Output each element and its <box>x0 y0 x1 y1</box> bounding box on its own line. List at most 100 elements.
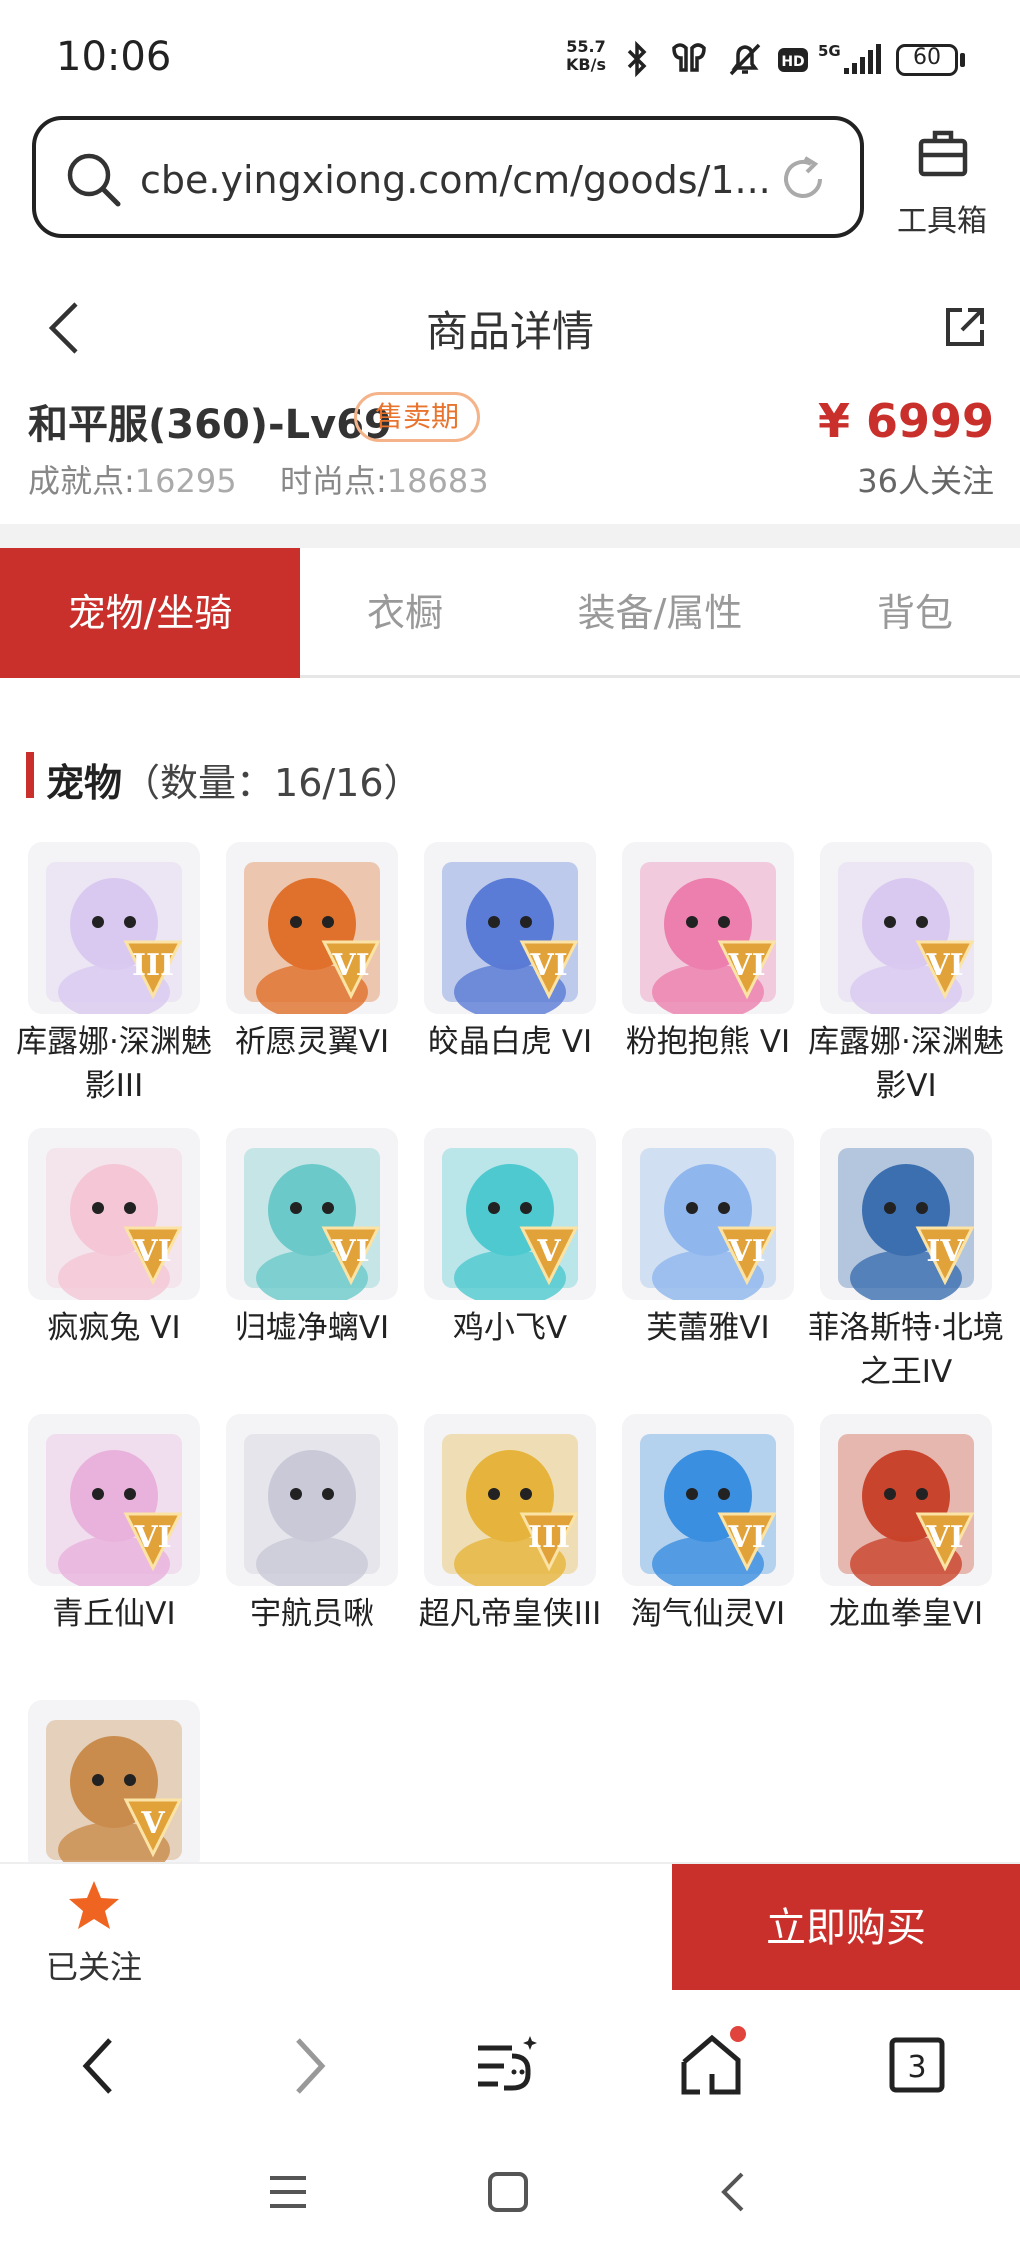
pet-name: 粉抱抱熊 VI <box>625 1024 791 1060</box>
pet-item[interactable]: III 超凡帝皇侠III <box>419 1414 601 1636</box>
grade-badge: VI <box>910 1504 980 1574</box>
page-title: 商品详情 <box>425 307 594 356</box>
grade-text: VI <box>728 1234 766 1269</box>
category-tabs: 宠物/坐骑 衣橱 装备/属性 背包 <box>0 548 1020 678</box>
address-bar[interactable]: cbe.yingxiong.com/cm/goods/1... <box>32 116 864 238</box>
grade-text: VI <box>332 948 370 983</box>
tab-backpack[interactable]: 背包 <box>820 548 1010 678</box>
pet-item[interactable]: V 鸡小飞V <box>424 1128 596 1350</box>
pet-item[interactable]: VI 龙血拳皇VI <box>820 1414 992 1636</box>
grade-text: VI <box>134 1234 172 1269</box>
pet-name: 库露娜·深渊魅影VI <box>808 1024 1004 1104</box>
pet-thumbnail: VI <box>226 1128 398 1300</box>
grade-text: VI <box>926 948 964 983</box>
pet-thumbnail: VI <box>622 842 794 1014</box>
reload-icon[interactable] <box>778 154 828 204</box>
svg-text:5G: 5G <box>818 42 841 60</box>
grade-badge: VI <box>316 1218 386 1288</box>
product-name: 和平服(360)-Lv69 <box>28 402 392 448</box>
pet-name: 菲洛斯特·北境之王IV <box>808 1310 1004 1390</box>
grade-badge: VI <box>712 1218 782 1288</box>
back-icon[interactable] <box>60 2026 140 2106</box>
buy-now-button[interactable]: 立即购买 <box>672 1864 1020 1992</box>
battery-icon: 60 <box>896 44 958 76</box>
section-name: 宠物 <box>46 761 123 805</box>
share-icon[interactable] <box>944 306 986 348</box>
grade-badge: VI <box>316 932 386 1002</box>
grade-text: VI <box>134 1520 172 1555</box>
home-icon[interactable] <box>672 2026 752 2106</box>
pet-item[interactable]: VI 粉抱抱熊 VI <box>622 842 794 1064</box>
toolbox-label: 工具箱 <box>897 204 987 239</box>
system-back-icon[interactable] <box>712 2170 756 2214</box>
achievement-label: 成就点: <box>28 462 135 500</box>
pet-item[interactable]: VI 祈愿灵翼VI <box>226 842 398 1064</box>
system-navigation <box>0 2140 1020 2267</box>
feed-icon[interactable] <box>468 2026 548 2106</box>
grade-badge: VI <box>712 932 782 1002</box>
toolbox-icon <box>918 130 968 177</box>
pet-thumbnail: VI <box>820 1414 992 1586</box>
pet-item[interactable]: IV 菲洛斯特·北境之王IV <box>808 1128 1004 1394</box>
grade-text: VI <box>728 1520 766 1555</box>
url-text[interactable]: cbe.yingxiong.com/cm/goods/1... <box>140 158 771 202</box>
tabs-icon[interactable]: 3 <box>878 2026 958 2106</box>
pet-name: 皎晶白虎 VI <box>427 1024 593 1060</box>
pet-item[interactable]: VI 归墟净螭VI <box>226 1128 398 1350</box>
hd-icon: HD <box>778 48 808 72</box>
pet-thumbnail: V <box>28 1700 200 1872</box>
toolbox-button[interactable]: 工具箱 <box>880 126 1004 239</box>
pet-item[interactable]: VI 芙蕾雅VI <box>622 1128 794 1350</box>
grade-badge: V <box>118 1790 188 1860</box>
grade-badge: V <box>514 1218 584 1288</box>
battery-level: 60 <box>913 45 941 70</box>
pet-name: 青丘仙VI <box>52 1596 176 1632</box>
menu-icon[interactable] <box>266 2170 310 2214</box>
tab-equipment[interactable]: 装备/属性 <box>540 548 780 678</box>
tab-pets-mounts[interactable]: 宠物/坐骑 <box>0 548 300 678</box>
grade-text: III <box>131 948 175 983</box>
pet-thumbnail: IV <box>820 1128 992 1300</box>
pet-name: 龙血拳皇VI <box>828 1596 984 1632</box>
pet-item[interactable]: VI 青丘仙VI <box>28 1414 200 1636</box>
mute-bell-icon <box>729 43 761 76</box>
grade-text: VI <box>926 1520 964 1555</box>
star-icon[interactable] <box>66 1878 122 1934</box>
pet-item[interactable]: V <box>28 1700 200 1878</box>
net-speed-unit: KB/s <box>566 55 606 74</box>
battery-tip <box>960 53 965 67</box>
product-price: ¥ 6999 <box>817 394 994 448</box>
network-speed: 55.7 KB/s <box>562 38 610 74</box>
grade-text: VI <box>728 948 766 983</box>
pet-name: 祈愿灵翼VI <box>234 1024 390 1060</box>
grade-text: VI <box>332 1234 370 1269</box>
pet-astronaut-icon <box>244 1434 380 1586</box>
fashion-points: 时尚点:18683 <box>280 456 489 502</box>
pet-name: 宇航员啾 <box>250 1596 374 1632</box>
follow-label[interactable]: 已关注 <box>46 1942 142 1988</box>
pet-name: 芙蕾雅VI <box>646 1310 770 1346</box>
pet-name: 库露娜·深渊魅影III <box>16 1024 212 1104</box>
pet-thumbnail: VI <box>28 1414 200 1586</box>
grade-badge: VI <box>118 1218 188 1288</box>
pet-thumbnail <box>226 1414 398 1586</box>
tab-wardrobe[interactable]: 衣橱 <box>300 548 510 678</box>
pet-item[interactable]: III 库露娜·深渊魅影III <box>16 842 212 1108</box>
grade-text: III <box>527 1520 571 1555</box>
pet-item[interactable]: VI 疯疯兔 VI <box>28 1128 200 1350</box>
pet-item[interactable]: VI 皎晶白虎 VI <box>424 842 596 1064</box>
pet-item[interactable]: VI 淘气仙灵VI <box>622 1414 794 1636</box>
pet-item[interactable]: 宇航员啾 <box>226 1414 398 1636</box>
browser-toolbar: 3 <box>0 1990 1020 2140</box>
home-square-icon[interactable] <box>486 2170 530 2214</box>
pet-name: 超凡帝皇侠III <box>418 1596 602 1632</box>
pet-thumbnail: V <box>424 1128 596 1300</box>
follower-count: 36人关注 <box>857 462 994 500</box>
pet-item[interactable]: VI 库露娜·深渊魅影VI <box>808 842 1004 1108</box>
forward-icon[interactable] <box>268 2026 348 2106</box>
pet-thumbnail: VI <box>424 842 596 1014</box>
pet-thumbnail: VI <box>28 1128 200 1300</box>
pet-thumbnail: VI <box>622 1128 794 1300</box>
pet-thumbnail: VI <box>820 842 992 1014</box>
pet-thumbnail: III <box>28 842 200 1014</box>
